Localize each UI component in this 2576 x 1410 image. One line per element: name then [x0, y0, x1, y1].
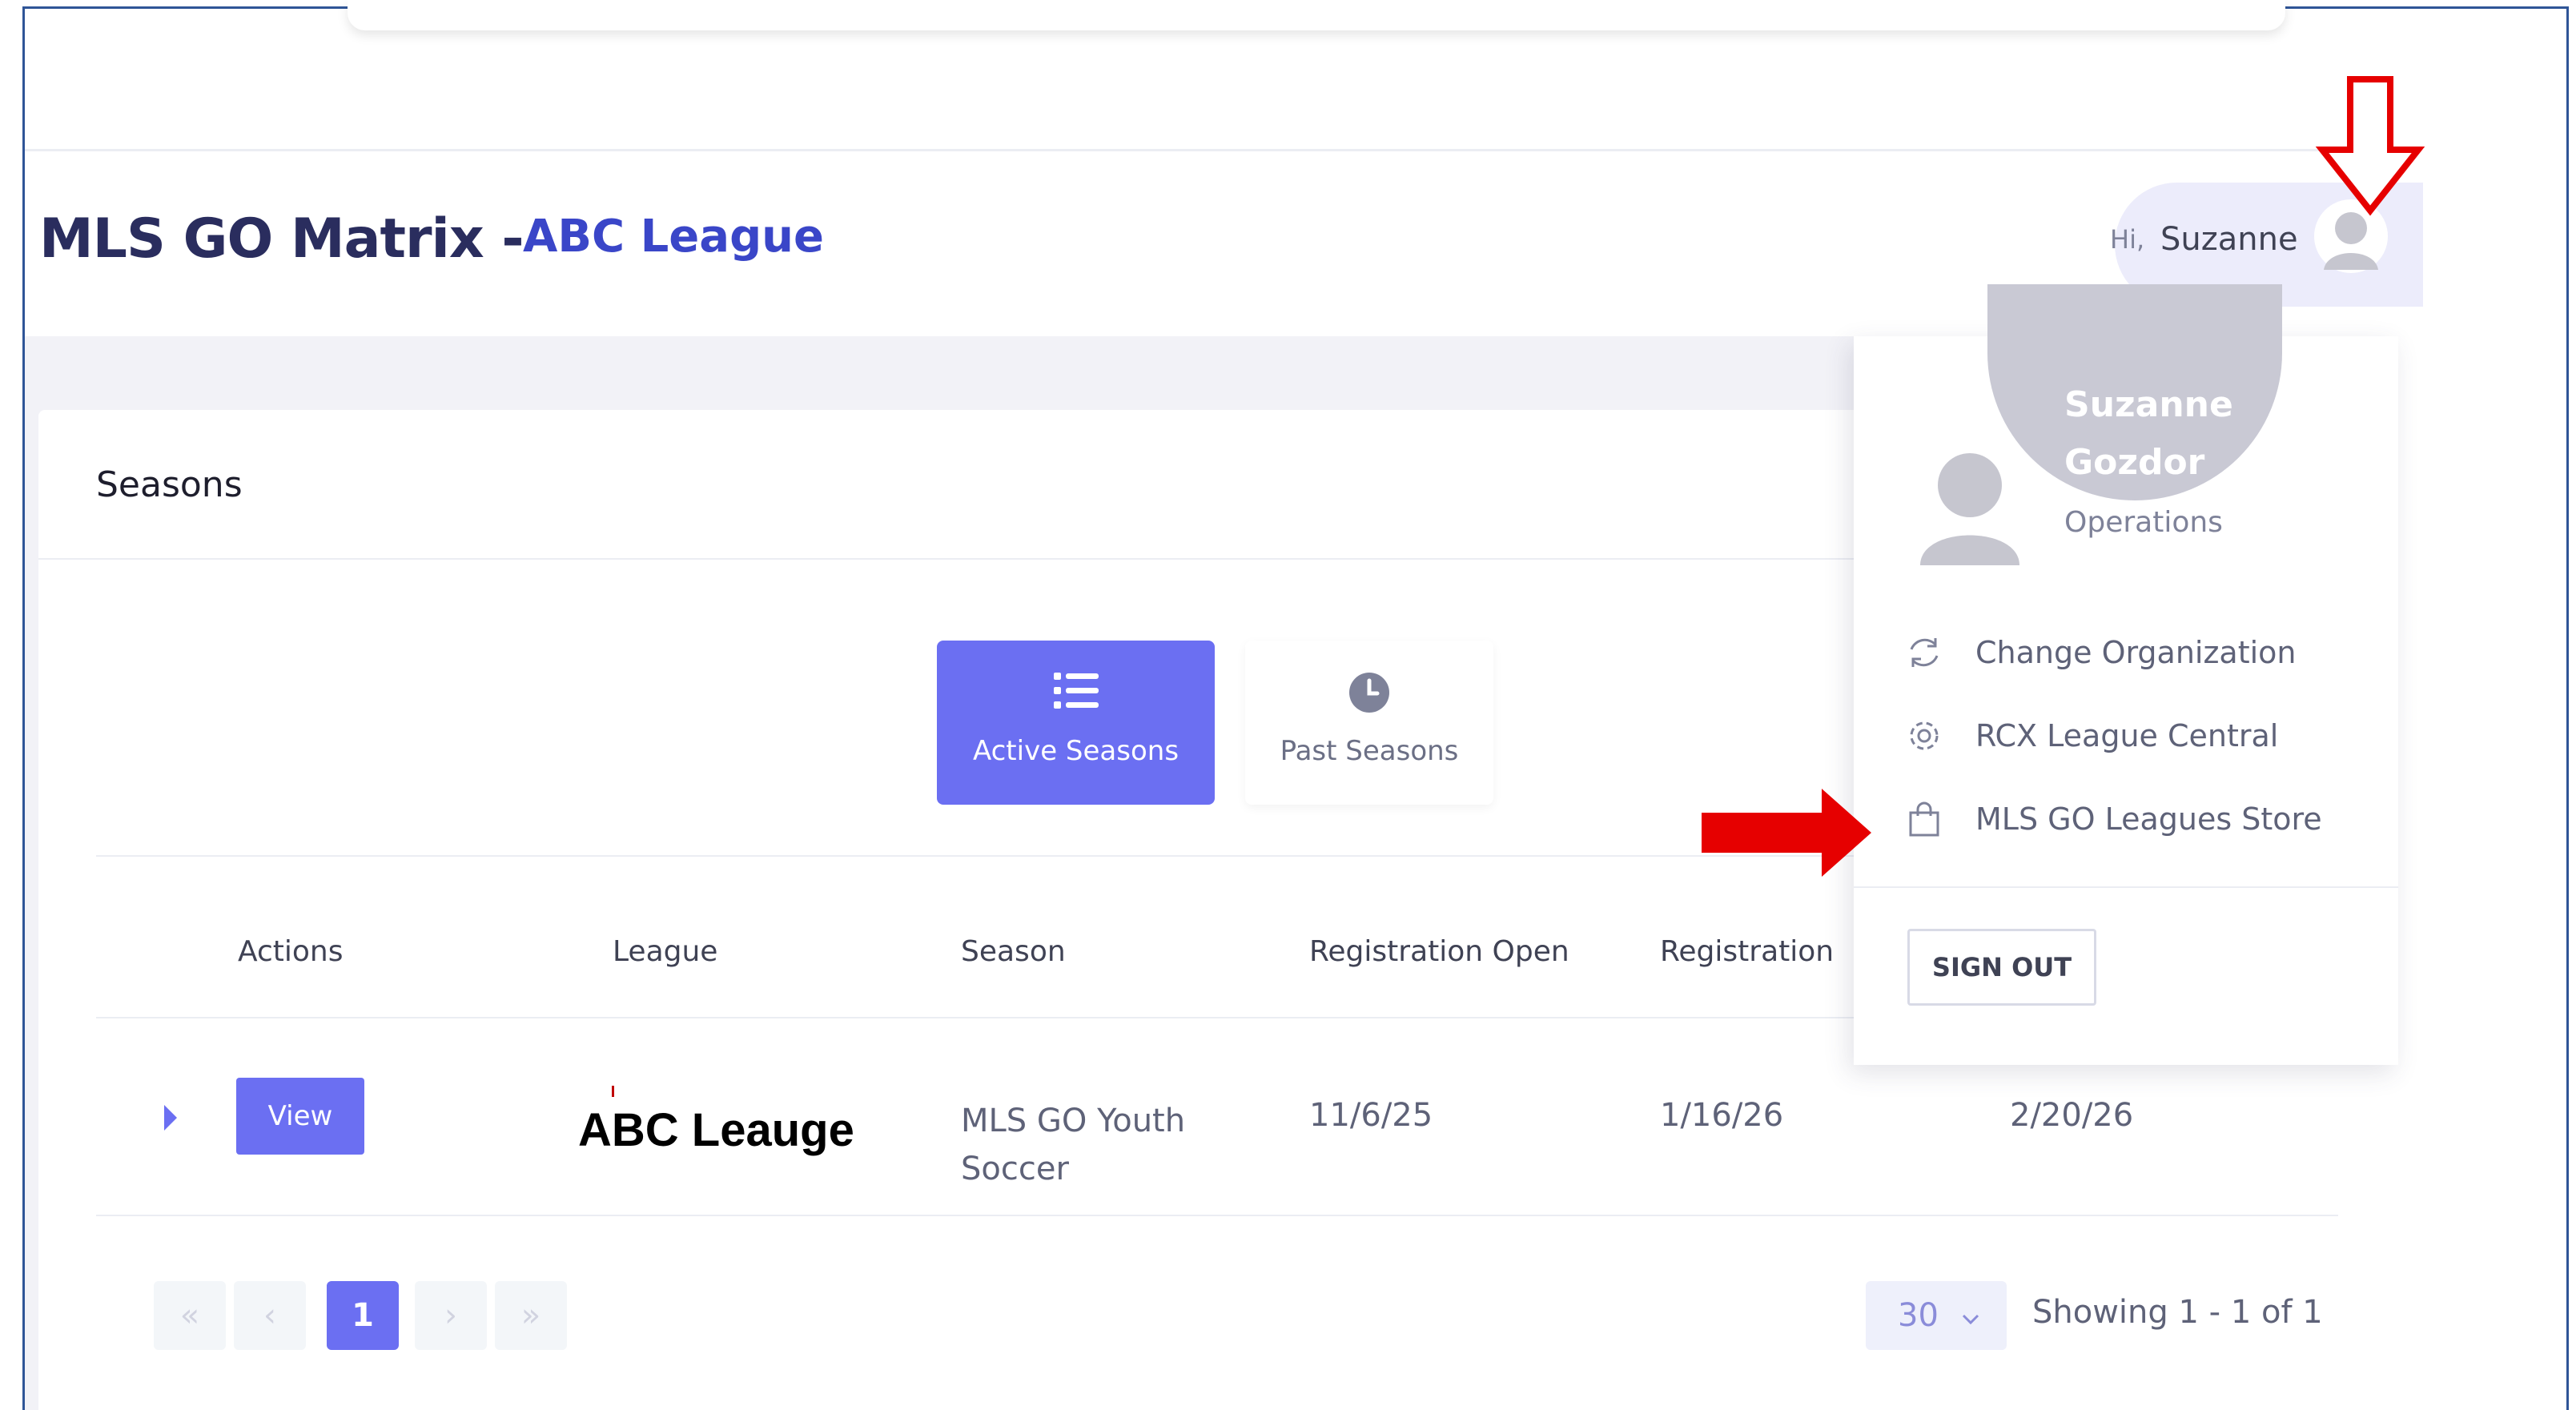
- column-header-season[interactable]: Season: [961, 935, 1066, 968]
- last-page-button[interactable]: »: [495, 1281, 567, 1350]
- menu-item-change-organization[interactable]: Change Organization: [1902, 625, 2297, 681]
- view-button[interactable]: View: [236, 1078, 364, 1155]
- page-size-value: 30: [1898, 1297, 1939, 1334]
- column-header-registration-close[interactable]: Registration: [1660, 935, 1834, 968]
- user-full-name: Suzanne Gozdor: [2064, 376, 2233, 492]
- dropdown-divider: [1854, 886, 2398, 888]
- menu-item-label: MLS GO Leagues Store: [1975, 801, 2322, 837]
- clock-icon: [1348, 671, 1391, 717]
- season-cell: MLS GO Youth Soccer: [961, 1097, 1185, 1193]
- column-header-actions[interactable]: Actions: [238, 935, 344, 968]
- registration-close-cell: 1/16/26: [1660, 1097, 1784, 1134]
- registration-open-cell: 11/6/25: [1309, 1097, 1433, 1134]
- user-first-name: Suzanne: [2064, 384, 2233, 425]
- prev-page-button[interactable]: ‹: [234, 1281, 306, 1350]
- greeting-text: Hi,: [2110, 224, 2145, 255]
- row-divider: [96, 1215, 2338, 1216]
- menu-item-mls-go-leagues-store[interactable]: MLS GO Leagues Store: [1902, 791, 2322, 847]
- logo-mark: [612, 1086, 614, 1097]
- refresh-icon: [1902, 630, 1947, 675]
- annotation-arrow-right-icon: [1702, 789, 1874, 880]
- tab-active-seasons[interactable]: Active Seasons: [937, 641, 1215, 805]
- next-page-button[interactable]: ›: [415, 1281, 487, 1350]
- page-size-select[interactable]: 30: [1866, 1281, 2007, 1350]
- pagination-summary: Showing 1 - 1 of 1: [2032, 1294, 2323, 1331]
- league-title: ABC League: [523, 211, 825, 263]
- tab-past-seasons[interactable]: Past Seasons: [1245, 641, 1493, 805]
- date-cell: 2/20/26: [2010, 1097, 2134, 1134]
- season-line-1: MLS GO Youth: [961, 1103, 1186, 1139]
- shopping-bag-icon: [1902, 797, 1947, 842]
- menu-item-rcx-league-central[interactable]: RCX League Central: [1902, 708, 2278, 764]
- user-last-name: Gozdor: [2064, 442, 2205, 483]
- current-page-button[interactable]: 1: [327, 1281, 399, 1350]
- column-header-registration-open[interactable]: Registration Open: [1309, 935, 1569, 968]
- app-title: MLS GO Matrix -: [39, 207, 524, 271]
- chevron-down-icon: [1959, 1302, 1983, 1339]
- tab-label: Active Seasons: [972, 735, 1179, 767]
- sign-out-button[interactable]: SIGN OUT: [1907, 929, 2096, 1006]
- list-icon: [1053, 671, 1099, 714]
- menu-item-label: Change Organization: [1975, 635, 2297, 670]
- season-line-2: Soccer: [961, 1151, 1069, 1187]
- expand-row-icon[interactable]: [164, 1105, 177, 1131]
- user-name: Suzanne: [2160, 221, 2298, 258]
- user-role: Operations: [2064, 506, 2223, 539]
- menu-item-label: RCX League Central: [1975, 718, 2279, 753]
- first-page-button[interactable]: «: [154, 1281, 226, 1350]
- league-logo: ABC Leauge: [578, 1104, 854, 1156]
- card-title: Seasons: [96, 464, 243, 505]
- column-header-league[interactable]: League: [613, 935, 717, 968]
- top-floating-bar: [348, 0, 2285, 30]
- avatar: [1914, 445, 2026, 565]
- annotation-arrow-down-icon: [2314, 76, 2426, 219]
- tab-label: Past Seasons: [1280, 735, 1459, 767]
- gear-icon: [1902, 713, 1947, 758]
